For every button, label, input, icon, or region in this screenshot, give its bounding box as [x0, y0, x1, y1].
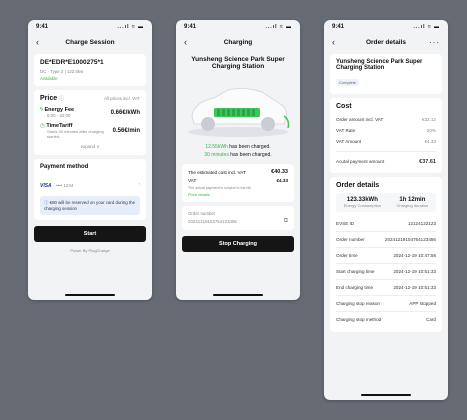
lightning-icon: ϟ	[40, 107, 43, 113]
time-tariff-desc: Starts 30 minutes after charging started…	[47, 129, 104, 139]
time-tariff-value: 0.56€/min	[112, 128, 140, 134]
status-bar: 9:41 ...ıl ≈ ▬	[324, 20, 448, 34]
payment-title: Payment method	[40, 164, 89, 170]
visa-icon: VISA	[40, 183, 52, 189]
home-indicator	[65, 294, 115, 296]
status-time: 9:41	[36, 24, 49, 30]
status-bar: 9:41 ...ıl ≈ ▬	[28, 20, 152, 34]
status-icons: ...ıl ≈ ▬	[265, 24, 292, 30]
status-time: 9:41	[184, 24, 197, 30]
home-indicator	[361, 394, 411, 396]
charged-time-text: 30 minutes has been charged.	[204, 152, 272, 158]
charge-session-screen: 9:41 ...ıl ≈ ▬ ‹ Charge Session DE*EDR*E…	[28, 20, 152, 300]
cost-title: Cost	[336, 103, 352, 110]
station-name: Yunsheng Science Park Super Charging Sta…	[336, 59, 423, 71]
page-title: Charging	[223, 38, 253, 46]
order-number: 20241219104754123456	[188, 219, 237, 224]
page-title: Charge Session	[65, 38, 115, 46]
nav-bar: ‹ Charge Session	[28, 34, 152, 50]
back-icon[interactable]: ‹	[36, 37, 39, 47]
energy-label: Energy Consumption	[343, 203, 382, 208]
info-icon[interactable]: ⓘ	[59, 96, 64, 102]
clock-icon: ◷	[40, 123, 45, 129]
energy-fee-hours: 6:00 - 22:00	[47, 113, 71, 118]
powered-by: Power By PlugCharge	[70, 248, 110, 253]
charging-screen: 9:41 ...ıl ≈ ▬ ‹ Charging Yunsheng Scien…	[176, 20, 300, 300]
status-badge: Available	[40, 76, 58, 81]
vat-rate-value: 20%	[426, 128, 436, 133]
order-amount-label: Order amount incl. VAT	[336, 117, 384, 122]
detail-row: Start charging time 2024-12-19 10:51:33	[336, 269, 436, 274]
vat-label: VAT	[188, 178, 197, 183]
card-number: •••• 1234	[56, 183, 74, 188]
home-indicator	[213, 294, 263, 296]
connector-info: DC · Type 2 | 122.5kw	[40, 69, 84, 74]
charged-energy-text: 12.55kWh has been charged.	[205, 144, 271, 150]
back-icon[interactable]: ‹	[332, 37, 335, 47]
detail-row: EVSE ID 12124122123	[336, 221, 436, 226]
order-card: Order number 20241219104754123456 ⧉	[182, 206, 294, 230]
detail-row: Order number 20241219104754123456	[336, 237, 436, 242]
stats-box: 123.33kWh Energy Consumption 1h 12min Ch…	[336, 193, 436, 212]
status-icons: ...ıl ≈ ▬	[413, 24, 440, 30]
back-icon[interactable]: ‹	[184, 37, 187, 47]
energy-fee-value: 0.66€/kWh	[110, 109, 140, 116]
chevron-right-icon: ›	[138, 180, 140, 186]
status-badge: Complete	[336, 79, 360, 86]
est-cost-value: €40.33	[271, 169, 288, 175]
duration-label: Charging duration	[396, 203, 429, 208]
order-details-screen: 9:41 ...ıl ≈ ▬ ‹ Order details ··· Yunsh…	[324, 20, 448, 400]
reserve-note: ⓘ €80 will be reserved on your card duri…	[40, 196, 140, 215]
vat-amount-value: €4.33	[424, 139, 437, 144]
actual-note: The actual payment is subject to the bil…	[188, 186, 252, 190]
car-illustration	[184, 76, 292, 140]
station-card: DE*EDR*E1000275*1 DC · Type 2 | 122.5kw …	[34, 54, 146, 86]
payment-card: Payment method VISA •••• 1234 › ⓘ €80 wi…	[34, 159, 146, 220]
expand-link[interactable]: expand ∨	[40, 144, 140, 150]
status-bar: 9:41 ...ıl ≈ ▬	[176, 20, 300, 34]
detail-row: Charging stop method Card	[336, 317, 436, 322]
status-icons: ...ıl ≈ ▬	[117, 24, 144, 30]
car-icon	[188, 87, 290, 137]
cost-card: The estimated cost incl. VAT €40.33 VAT …	[182, 164, 294, 202]
detail-row: End charging time 2024-12-19 10:51:33	[336, 285, 436, 290]
detail-row: Order time 2024-12-19 10:47:56	[336, 253, 436, 258]
vat-amount-label: VAT Amount	[336, 139, 362, 144]
more-icon[interactable]: ···	[429, 38, 440, 47]
actual-amount-value: €37.61	[419, 159, 436, 165]
station-id: DE*EDR*E1000275*1	[40, 59, 104, 66]
order-details-card: Order details 123.33kWh Energy Consumpti…	[330, 177, 442, 332]
order-number-label: Order number	[188, 211, 216, 216]
cost-card: Cost Order amount incl. VAT €32.12 VAT Ra…	[330, 98, 442, 173]
price-details-link[interactable]: Price details	[188, 192, 288, 197]
nav-bar: ‹ Order details ···	[324, 34, 448, 50]
payment-method-row[interactable]: VISA •••• 1234 ›	[40, 174, 140, 192]
price-card: Price ⓘ All prices incl. VAT ϟ Energy Fe…	[34, 90, 146, 155]
actual-amount-label: Acutal payment amount	[336, 159, 385, 164]
order-amount-value: €32.12	[421, 117, 436, 122]
station-title: Yunsheng Science Park Super Charging Sta…	[191, 56, 285, 70]
start-button[interactable]: Start	[34, 226, 146, 242]
details-title: Order details	[336, 182, 380, 189]
station-card: Yunsheng Science Park Super Charging Sta…	[330, 54, 442, 94]
vat-rate-label: VAT Rate	[336, 128, 356, 133]
status-time: 9:41	[332, 24, 345, 30]
detail-row: Charging stop reason APP stopped	[336, 301, 436, 306]
info-icon: ⓘ	[44, 200, 49, 205]
stop-charging-button[interactable]: Stop Charging	[182, 236, 294, 252]
price-note: All prices incl. VAT	[104, 96, 140, 101]
vat-value: €4.33	[276, 178, 289, 183]
est-cost-label: The estimated cost incl. VAT	[188, 169, 246, 175]
nav-bar: ‹ Charging	[176, 34, 300, 50]
price-title: Price ⓘ	[40, 95, 65, 102]
details-list: EVSE ID 12124122123 Order number 202412191…	[336, 216, 436, 327]
copy-icon[interactable]: ⧉	[284, 218, 288, 225]
